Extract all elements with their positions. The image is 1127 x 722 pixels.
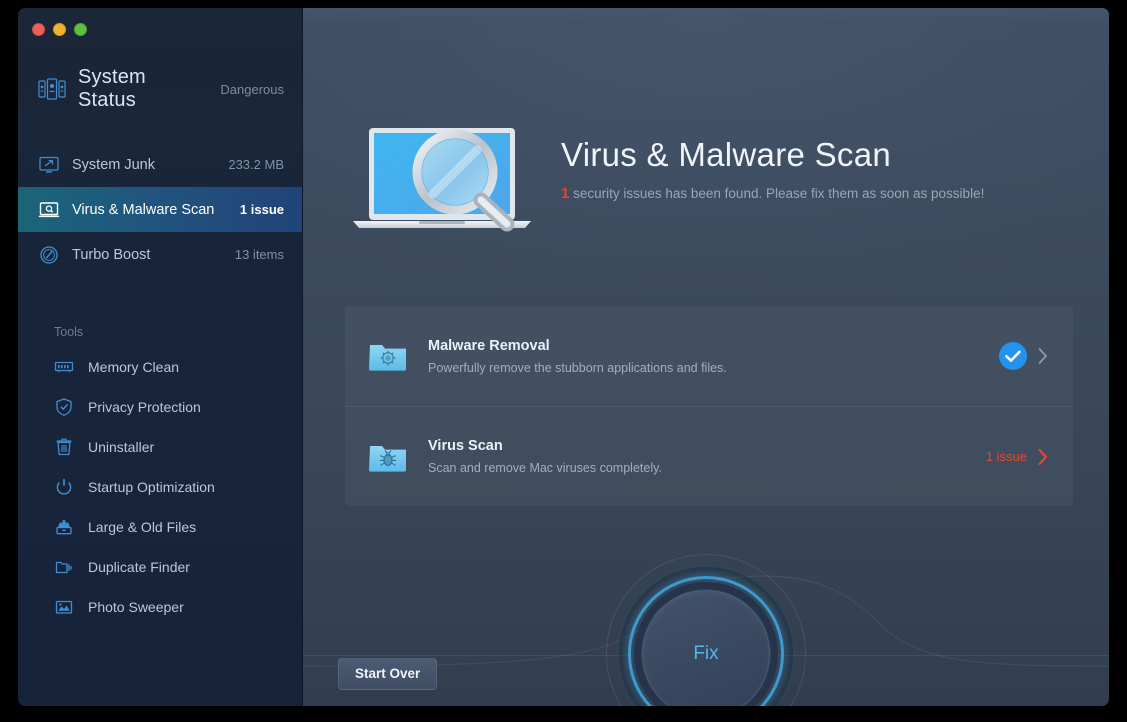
hero-section: Virus & Malware Scan 1 security issues h…	[303, 114, 1109, 239]
sidebar-tools-list: Memory Clean Privacy Protection Uninstal…	[18, 347, 302, 627]
system-status-title: System Status	[78, 66, 146, 111]
hero-subtitle: 1 security issues has been found. Please…	[561, 185, 984, 202]
start-over-button[interactable]: Start Over	[338, 658, 438, 690]
sidebar-item-label: Turbo Boost	[72, 246, 151, 263]
virus-folder-icon	[369, 441, 407, 473]
hero-text: Virus & Malware Scan 1 security issues h…	[561, 114, 984, 202]
row-texts: Malware Removal Powerfully remove the st…	[428, 338, 999, 375]
sidebar-item-system-junk[interactable]: System Junk 233.2 MB	[18, 142, 302, 187]
check-icon	[999, 342, 1027, 370]
large-old-files-icon	[54, 517, 74, 537]
sidebar-item-label: Virus & Malware Scan	[72, 201, 215, 218]
photo-sweeper-icon	[54, 597, 74, 617]
sidebar: System Status Dangerous System Junk 233.…	[18, 8, 303, 706]
row-description: Powerfully remove the stubborn applicati…	[428, 360, 727, 375]
uninstaller-icon	[54, 437, 74, 457]
fix-button-label: Fix	[693, 643, 719, 664]
duplicate-finder-icon	[54, 557, 74, 577]
status-badge: 1 issue	[985, 449, 1027, 464]
chevron-right-icon[interactable]	[1037, 447, 1049, 467]
sidebar-item-memory-clean[interactable]: Memory Clean	[18, 347, 302, 387]
window-titlebar	[18, 8, 302, 50]
row-texts: Virus Scan Scan and remove Mac viruses c…	[428, 438, 986, 475]
sidebar-tool-label: Privacy Protection	[88, 399, 201, 415]
startup-optimization-icon	[54, 477, 74, 497]
sidebar-tool-label: Memory Clean	[88, 359, 180, 375]
minimize-button[interactable]	[53, 22, 66, 36]
privacy-protection-icon	[54, 397, 74, 417]
sidebar-nav: System Junk 233.2 MB Virus & Malware Sca…	[18, 142, 302, 277]
row-title: Virus Scan	[428, 438, 503, 454]
sidebar-item-turbo-boost[interactable]: Turbo Boost 13 items	[18, 232, 302, 277]
zoom-button[interactable]	[74, 22, 87, 36]
tools-section-label: Tools	[54, 325, 84, 339]
close-button[interactable]	[32, 22, 45, 36]
sidebar-item-startup-optimization[interactable]: Startup Optimization	[18, 467, 302, 507]
page-title: Virus & Malware Scan	[561, 136, 892, 173]
system-status-icon	[38, 78, 66, 100]
scan-results-card: Malware Removal Powerfully remove the st…	[345, 306, 1073, 506]
row-status[interactable]	[999, 342, 1049, 370]
fix-button-area: Fix	[606, 554, 806, 706]
sidebar-item-large-old-files[interactable]: Large & Old Files	[18, 507, 302, 547]
sidebar-item-label: System Junk	[72, 156, 155, 173]
sidebar-item-photo-sweeper[interactable]: Photo Sweeper	[18, 587, 302, 627]
fix-button[interactable]: Fix	[642, 590, 770, 706]
sidebar-item-privacy-protection[interactable]: Privacy Protection	[18, 387, 302, 427]
sidebar-tool-label: Startup Optimization	[88, 479, 215, 495]
row-title: Malware Removal	[428, 337, 550, 354]
system-status-header[interactable]: System Status Dangerous	[18, 50, 302, 112]
row-description: Scan and remove Mac viruses completely.	[428, 461, 662, 475]
hero-subtitle-text: security issues has been found. Please f…	[569, 185, 985, 201]
sidebar-item-duplicate-finder[interactable]: Duplicate Finder	[18, 547, 302, 587]
malware-folder-icon	[369, 340, 407, 372]
sidebar-item-uninstaller[interactable]: Uninstaller	[18, 427, 302, 467]
sidebar-item-value: 13 items	[234, 247, 284, 262]
table-row[interactable]: Malware Removal Powerfully remove the st…	[345, 306, 1073, 406]
system-status-value: Dangerous	[220, 81, 284, 97]
top-gradient-strip	[303, 8, 1109, 22]
sidebar-item-value: 1 issue	[239, 202, 284, 217]
sidebar-tool-label: Uninstaller	[88, 439, 155, 455]
sidebar-item-value: 233.2 MB	[228, 157, 284, 172]
app-window: System Status Dangerous System Junk 233.…	[18, 8, 1109, 706]
system-junk-icon	[38, 155, 60, 175]
table-row[interactable]: Virus Scan Scan and remove Mac viruses c…	[345, 406, 1073, 506]
virus-malware-icon	[38, 200, 60, 220]
row-status[interactable]: 1 issue	[986, 447, 1049, 467]
chevron-right-icon[interactable]	[1037, 346, 1049, 366]
sidebar-tool-label: Duplicate Finder	[88, 559, 190, 575]
memory-clean-icon	[54, 357, 74, 377]
laptop-magnifier-icon	[345, 124, 539, 239]
sidebar-item-virus-malware-scan[interactable]: Virus & Malware Scan 1 issue	[18, 187, 302, 232]
sidebar-tool-label: Large & Old Files	[88, 519, 197, 535]
sidebar-tool-label: Photo Sweeper	[88, 599, 184, 615]
turbo-boost-icon	[38, 245, 60, 265]
main-panel: Virus & Malware Scan 1 security issues h…	[303, 8, 1109, 706]
